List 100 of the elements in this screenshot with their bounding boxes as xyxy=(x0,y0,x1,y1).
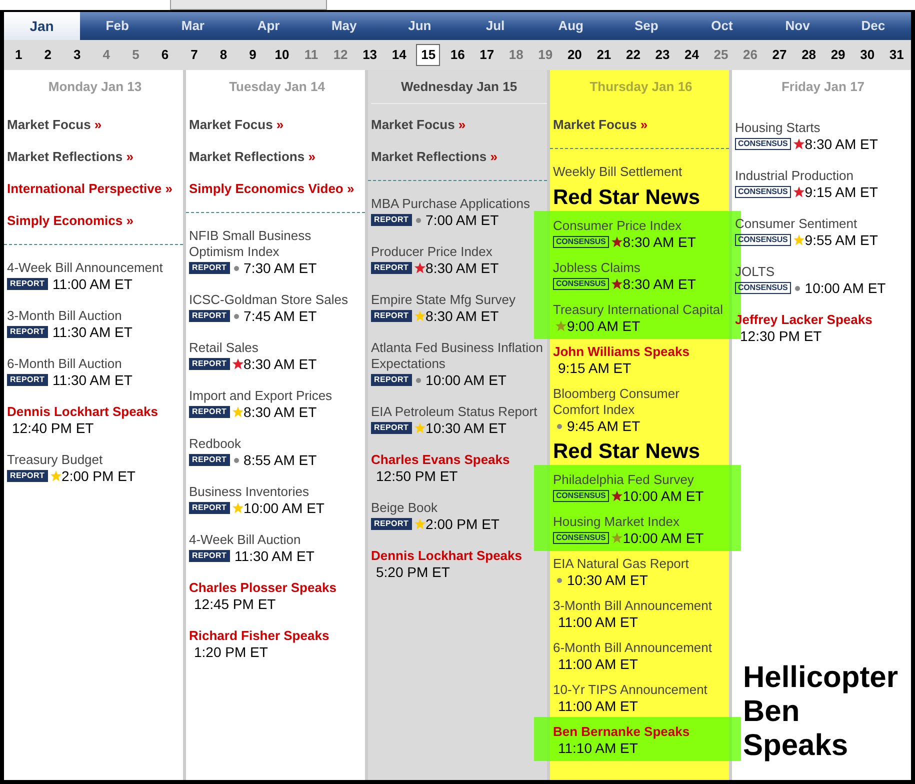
speaker-link[interactable]: Ben Bernanke Speaks xyxy=(553,724,729,740)
month-tab[interactable]: Nov xyxy=(760,12,836,40)
month-tab[interactable]: Apr xyxy=(230,12,306,40)
link[interactable]: Market Focus » xyxy=(371,116,466,132)
report-badge[interactable]: REPORT xyxy=(371,214,412,226)
event-title[interactable]: Housing Starts xyxy=(735,120,911,136)
date-link[interactable]: 29 xyxy=(827,45,850,65)
month-tab[interactable]: May xyxy=(306,12,382,40)
date-link[interactable]: 21 xyxy=(592,45,615,65)
date-link[interactable]: 20 xyxy=(564,45,586,65)
event-title[interactable]: MBA Purchase Applications xyxy=(371,196,547,212)
consensus-badge[interactable]: CONSENSUS xyxy=(553,490,609,502)
date-link[interactable]: 28 xyxy=(798,45,820,65)
link[interactable]: Market Focus » xyxy=(189,116,284,132)
event-title[interactable]: Bloomberg Consumer Comfort Index xyxy=(553,386,729,418)
link[interactable]: Market Reflections » xyxy=(371,148,498,164)
report-badge[interactable]: REPORT xyxy=(7,278,48,290)
date-link[interactable]: 7 xyxy=(183,45,206,65)
month-tab[interactable]: Mar xyxy=(155,12,231,40)
date-link[interactable]: 17 xyxy=(476,45,498,65)
event-title[interactable]: NFIB Small Business Optimism Index xyxy=(189,228,365,260)
event-title[interactable]: Housing Market Index xyxy=(553,514,729,530)
event-title[interactable]: Redbook xyxy=(189,436,365,452)
date-link[interactable]: 13 xyxy=(358,45,381,65)
event-title[interactable]: Business Inventories xyxy=(189,484,365,500)
date-link[interactable]: 27 xyxy=(768,45,791,65)
consensus-badge[interactable]: CONSENSUS xyxy=(735,138,791,150)
event-title[interactable]: 3-Month Bill Auction xyxy=(7,308,183,324)
link[interactable]: Market Focus » xyxy=(553,116,648,132)
speaker-link[interactable]: Richard Fisher Speaks xyxy=(189,628,365,644)
consensus-badge[interactable]: CONSENSUS xyxy=(553,532,609,544)
event-title[interactable]: 10-Yr TIPS Announcement xyxy=(553,682,729,698)
date-link[interactable]: 23 xyxy=(651,45,674,65)
speaker-link[interactable]: Charles Evans Speaks xyxy=(371,452,547,468)
event-title[interactable]: EIA Natural Gas Report xyxy=(553,556,729,572)
month-tab[interactable]: Aug xyxy=(533,12,609,40)
event-title[interactable]: Import and Export Prices xyxy=(189,388,365,404)
month-tab[interactable]: Jun xyxy=(382,12,458,40)
report-badge[interactable]: REPORT xyxy=(7,470,48,482)
event-title[interactable]: ICSC-Goldman Store Sales xyxy=(189,292,365,308)
speaker-link[interactable]: Dennis Lockhart Speaks xyxy=(7,404,183,420)
date-link[interactable]: 8 xyxy=(212,45,234,65)
event-title[interactable]: 4-Week Bill Auction xyxy=(189,532,365,548)
link[interactable]: Market Focus » xyxy=(7,116,102,132)
report-badge[interactable]: REPORT xyxy=(189,262,230,274)
report-badge[interactable]: REPORT xyxy=(189,550,230,562)
event-title[interactable]: 6-Month Bill Auction xyxy=(7,356,183,372)
date-link[interactable]: 1 xyxy=(8,45,30,65)
date-link[interactable]: 2 xyxy=(36,45,59,65)
event-title[interactable]: Consumer Price Index xyxy=(553,218,729,234)
event-title[interactable]: Treasury International Capital xyxy=(553,302,729,318)
date-link[interactable]: 3 xyxy=(66,45,88,65)
date-link[interactable]: 30 xyxy=(856,45,878,65)
date-link[interactable]: 31 xyxy=(886,45,908,65)
month-tab[interactable]: Feb xyxy=(80,12,156,40)
event-title[interactable]: EIA Petroleum Status Report xyxy=(371,404,547,420)
report-badge[interactable]: REPORT xyxy=(189,502,230,514)
event-title[interactable]: Jobless Claims xyxy=(553,260,729,276)
month-tab[interactable]: Jul xyxy=(457,12,534,40)
link[interactable]: Market Reflections » xyxy=(189,148,316,164)
report-badge[interactable]: REPORT xyxy=(371,518,412,530)
month-tab[interactable]: Oct xyxy=(684,12,760,40)
report-badge[interactable]: REPORT xyxy=(371,310,412,322)
event-title[interactable]: Beige Book xyxy=(371,500,547,516)
month-tab[interactable]: Dec xyxy=(835,12,911,40)
report-badge[interactable]: REPORT xyxy=(189,406,230,418)
consensus-badge[interactable]: CONSENSUS xyxy=(553,278,609,290)
date-link[interactable]: 24 xyxy=(680,45,703,65)
speaker-link[interactable]: Charles Plosser Speaks xyxy=(189,580,365,596)
event-title[interactable]: Industrial Production xyxy=(735,168,911,184)
event-title[interactable]: 4-Week Bill Announcement xyxy=(7,260,183,276)
link[interactable]: Market Reflections » xyxy=(7,148,134,164)
report-badge[interactable]: REPORT xyxy=(7,374,48,386)
date-link[interactable]: 22 xyxy=(622,45,644,65)
event-title[interactable]: Producer Price Index xyxy=(371,244,547,260)
month-tab[interactable]: Sep xyxy=(608,12,684,40)
event-title[interactable]: 6-Month Bill Announcement xyxy=(553,640,729,656)
link[interactable]: Simply Economics Video » xyxy=(189,180,354,196)
consensus-badge[interactable]: CONSENSUS xyxy=(553,236,609,248)
date-link[interactable]: 15 xyxy=(416,44,440,66)
event-title[interactable]: Weekly Bill Settlement xyxy=(553,164,729,180)
report-badge[interactable]: REPORT xyxy=(189,358,230,370)
report-badge[interactable]: REPORT xyxy=(189,310,230,322)
event-title[interactable]: Retail Sales xyxy=(189,340,365,356)
speaker-link[interactable]: John Williams Speaks xyxy=(553,344,729,360)
date-link[interactable]: 10 xyxy=(271,45,294,65)
event-title[interactable]: Empire State Mfg Survey xyxy=(371,292,547,308)
date-link[interactable]: 14 xyxy=(388,45,410,65)
date-link[interactable]: 9 xyxy=(242,45,264,65)
event-title[interactable]: 3-Month Bill Announcement xyxy=(553,598,729,614)
link[interactable]: International Perspective » xyxy=(7,180,172,196)
event-title[interactable]: Philadelphia Fed Survey xyxy=(553,472,729,488)
report-badge[interactable]: REPORT xyxy=(371,374,412,386)
report-badge[interactable]: REPORT xyxy=(189,454,230,466)
link[interactable]: Simply Economics » xyxy=(7,212,134,228)
report-badge[interactable]: REPORT xyxy=(7,326,48,338)
month-tab[interactable]: Jan xyxy=(4,12,80,40)
report-badge[interactable]: REPORT xyxy=(371,262,412,274)
report-badge[interactable]: REPORT xyxy=(371,422,412,434)
date-link[interactable]: 16 xyxy=(446,45,469,65)
